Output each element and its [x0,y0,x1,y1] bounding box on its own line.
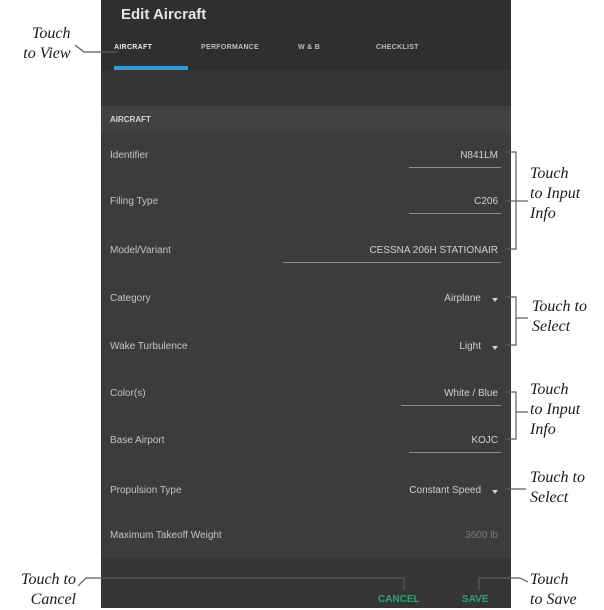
base-airport-label: Base Airport [110,435,165,446]
section-header: AIRCRAFT [101,106,511,132]
max-takeoff-weight-field[interactable]: 3600 lb [465,530,498,541]
callout-line: Touch [32,25,71,42]
spacer [101,70,511,106]
callout-touch-to-view: Touch to View [23,24,71,64]
callout-line: Info [530,421,556,438]
wake-turbulence-label: Wake Turbulence [110,341,188,352]
callout-line: Touch [530,165,569,182]
filing-type-underline [409,213,501,214]
tab-weight-balance[interactable]: W & B [298,44,320,51]
callout-touch-to-input-1: Touch to Input Info [530,164,580,224]
category-dropdown[interactable]: Airplane [444,293,481,304]
callout-line: to Input [530,185,581,202]
callout-touch-to-cancel: Touch to Cancel [8,570,76,610]
callout-line: Select [530,489,569,506]
footer-bar: CANCEL SAVE [101,558,511,608]
save-button[interactable]: SAVE [462,594,489,605]
colors-underline [401,405,501,406]
tab-checklist[interactable]: CHECKLIST [376,44,419,51]
callout-touch-to-select-2: Touch to Select [530,468,585,508]
filing-type-field[interactable]: C206 [474,196,498,207]
callout-line: Touch to [21,571,76,588]
base-airport-field[interactable]: KOJC [471,435,498,446]
wake-turbulence-dropdown[interactable]: Light [459,341,481,352]
colors-field[interactable]: White / Blue [444,388,498,399]
filing-type-label: Filing Type [110,196,159,207]
chevron-down-icon[interactable] [492,298,498,302]
title-bar: Edit Aircraft AIRCRAFT PERFORMANCE W & B… [101,0,511,70]
tab-aircraft[interactable]: AIRCRAFT [114,44,152,51]
model-variant-field[interactable]: CESSNA 206H STATIONAIR [369,245,498,256]
callout-line: Touch [530,571,569,588]
propulsion-type-dropdown[interactable]: Constant Speed [409,485,481,496]
callout-line: to View [23,45,71,62]
model-variant-label: Model/Variant [110,245,171,256]
category-label: Category [110,293,151,304]
callout-line: Touch [530,381,569,398]
section-label: AIRCRAFT [110,115,151,124]
edit-aircraft-screen: Edit Aircraft AIRCRAFT PERFORMANCE W & B… [101,0,511,608]
chevron-down-icon[interactable] [492,346,498,350]
colors-label: Color(s) [110,388,146,399]
callout-line: Select [532,318,571,335]
base-airport-underline [409,452,501,453]
callout-line: to Input [530,401,581,418]
max-takeoff-weight-label: Maximum Takeoff Weight [110,530,222,541]
callout-touch-to-save: Touch to Save [530,570,577,610]
callout-line: to Save [530,591,577,608]
tab-performance[interactable]: PERFORMANCE [201,44,259,51]
propulsion-type-label: Propulsion Type [110,485,182,496]
identifier-field[interactable]: N841LM [460,150,498,161]
callout-line: Touch to [530,469,585,486]
identifier-label: Identifier [110,150,149,161]
callout-touch-to-select-1: Touch to Select [532,297,587,337]
callout-line: Info [530,205,556,222]
callout-touch-to-input-2: Touch to Input Info [530,380,580,440]
model-variant-underline [283,262,501,263]
chevron-down-icon[interactable] [492,490,498,494]
identifier-underline [409,167,501,168]
callout-line: Cancel [30,591,76,608]
page-title: Edit Aircraft [121,6,207,23]
callout-line: Touch to [532,298,587,315]
cancel-button[interactable]: CANCEL [378,594,420,605]
